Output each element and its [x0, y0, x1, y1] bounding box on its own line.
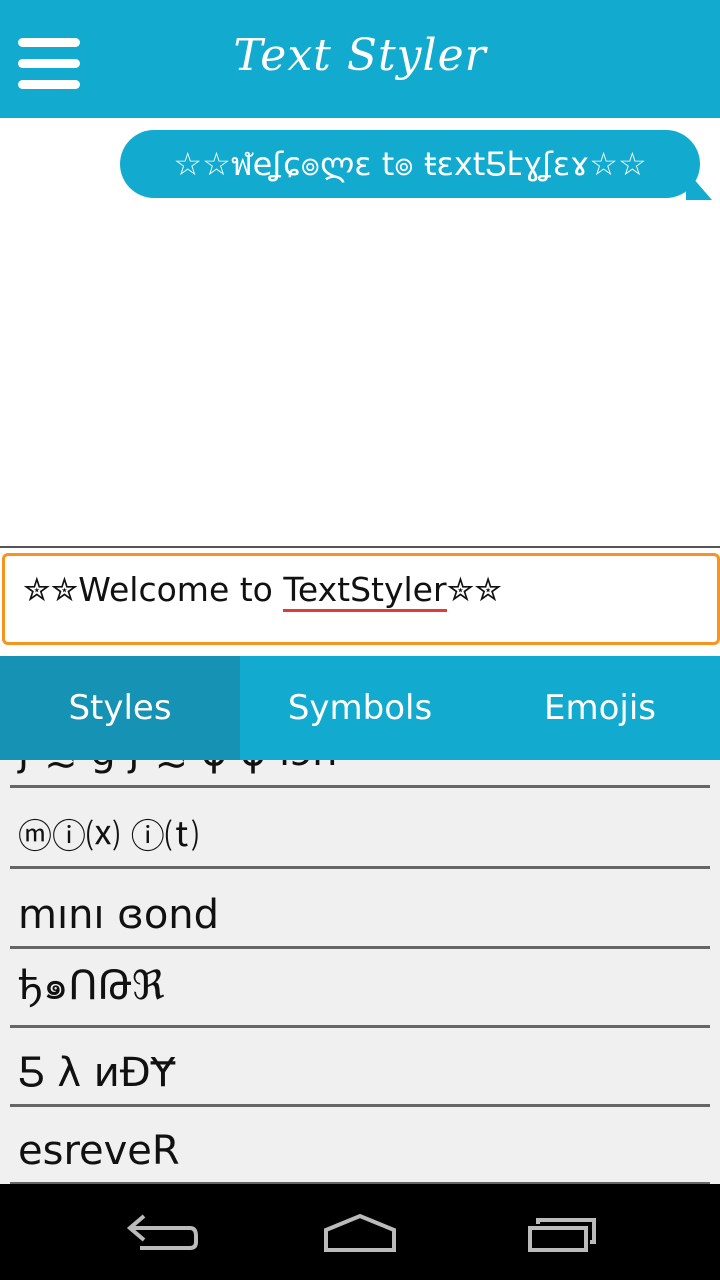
tab-styles[interactable]: Styles	[0, 656, 240, 760]
chat-area: ☆☆ฬeʆɕ๏ლε t๏ ŧεxtƼէɣʆεɤ☆☆	[0, 118, 720, 546]
recents-icon[interactable]	[500, 1184, 620, 1280]
tab-emojis[interactable]: Emojis	[480, 656, 720, 760]
list-item-text: mını ɞond	[18, 892, 220, 938]
list-item[interactable]: ⓜⓘ⒳ ⓘ⒯	[10, 788, 710, 869]
chat-bubble[interactable]: ☆☆ฬeʆɕ๏ლε t๏ ŧεxtƼէɣʆεɤ☆☆	[120, 130, 700, 198]
list-item-text: esreveR	[18, 1128, 180, 1174]
message-input[interactable]: ✮✮Welcome to TextStyler✮✮	[2, 553, 720, 645]
input-value-suffix: ✮✮	[446, 570, 502, 609]
list-item[interactable]: Ƽ λ иÐɎ	[10, 1026, 710, 1107]
chat-message: ☆☆ฬeʆɕ๏ლε t๏ ŧεxtƼէɣʆεɤ☆☆	[173, 145, 647, 183]
list-item-text: ⓜⓘ⒳ ⓘ⒯	[18, 817, 199, 857]
list-item-text: ʃ ≾ ց ʃ ≾ ɸ ɸ ıɔn	[18, 760, 337, 775]
input-value-prefix: ✮✮Welcome to	[23, 570, 284, 609]
list-item-text: Ƽ λ иÐɎ	[18, 1050, 176, 1096]
app-title: Text Styler	[233, 30, 487, 81]
home-icon[interactable]	[300, 1184, 420, 1280]
list-item[interactable]: mını ɞond	[10, 868, 710, 949]
tab-symbols[interactable]: Symbols	[240, 656, 480, 760]
input-value-misspelled: TextStyler	[283, 570, 447, 612]
tab-bar: Styles Symbols Emojis	[0, 656, 720, 760]
app-bar: Text Styler	[0, 0, 720, 118]
divider	[0, 546, 720, 548]
list-item[interactable]: esreveR	[10, 1104, 710, 1184]
list-item[interactable]: ʃ ≾ ց ʃ ≾ ɸ ɸ ıɔn	[10, 760, 710, 788]
chat-bubble-tail	[686, 170, 712, 200]
list-item-text: ђ๑ՈԹℜ	[18, 963, 165, 1009]
list-item[interactable]: ђ๑ՈԹℜ	[10, 947, 710, 1028]
system-nav-bar	[0, 1184, 720, 1280]
message-input-text[interactable]: ✮✮Welcome to TextStyler✮✮	[23, 570, 502, 612]
styles-list: ʃ ≾ ց ʃ ≾ ɸ ɸ ıɔn ⓜⓘ⒳ ⓘ⒯ mını ɞond ђ๑ՈԹℜ…	[0, 760, 720, 1184]
back-icon[interactable]	[100, 1184, 220, 1280]
